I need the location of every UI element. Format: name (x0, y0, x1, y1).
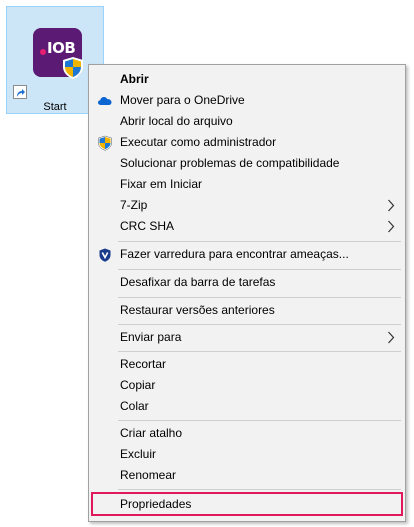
menu-separator (118, 420, 401, 421)
menu-separator (118, 351, 401, 352)
menu-item-desafixar-barra[interactable]: Desafixar da barra de tarefas (91, 272, 403, 293)
menu-item-label: CRC SHA (120, 219, 175, 233)
menu-item-label: Copiar (120, 378, 156, 392)
menu-item-excluir[interactable]: Excluir (91, 444, 403, 465)
menu-item-label: Recortar (120, 357, 167, 371)
menu-item-label: Fazer varredura para encontrar ameaças..… (120, 247, 349, 261)
chevron-right-icon (388, 331, 395, 344)
chevron-right-icon (388, 220, 395, 233)
menu-item-propriedades[interactable]: Propriedades (91, 492, 403, 516)
menu-item-criar-atalho[interactable]: Criar atalho (91, 423, 403, 444)
menu-item-executar-admin[interactable]: Executar como administrador (91, 132, 403, 153)
menu-item-label: Criar atalho (120, 426, 183, 440)
defender-shield-icon (99, 248, 111, 262)
app-logo-icon: IOB (33, 28, 83, 79)
menu-item-abrir-local[interactable]: Abrir local do arquivo (91, 111, 403, 132)
menu-item-label: Colar (120, 399, 149, 413)
menu-item-label: Executar como administrador (120, 135, 277, 149)
menu-item-label: Fixar em Iniciar (120, 177, 203, 191)
menu-item-7zip[interactable]: 7-Zip (91, 195, 403, 216)
menu-item-renomear[interactable]: Renomear (91, 465, 403, 486)
logo-dot (40, 49, 46, 55)
menu-separator (118, 489, 401, 490)
menu-item-label: Solucionar problemas de compatibilidade (120, 156, 340, 170)
menu-item-label: 7-Zip (120, 198, 148, 212)
menu-separator (118, 297, 401, 298)
menu-item-restaurar-versoes[interactable]: Restaurar versões anteriores (91, 300, 403, 321)
menu-item-varredura-ameacas[interactable]: Fazer varredura para encontrar ameaças..… (91, 244, 403, 265)
menu-item-label: Mover para o OneDrive (120, 93, 245, 107)
chevron-right-icon (388, 199, 395, 212)
menu-item-copiar[interactable]: Copiar (91, 375, 403, 396)
menu-item-label: Restaurar versões anteriores (120, 303, 275, 317)
menu-item-colar[interactable]: Colar (91, 396, 403, 417)
logo-brand-text: IOB (47, 39, 76, 57)
menu-item-label: Abrir (120, 72, 149, 86)
onedrive-cloud-icon (98, 97, 112, 105)
menu-item-enviar-para[interactable]: Enviar para (91, 327, 403, 348)
menu-item-label: Enviar para (120, 330, 182, 344)
context-menu: Abrir Mover para o OneDrive Abrir local … (88, 64, 406, 522)
menu-item-crc-sha[interactable]: CRC SHA (91, 216, 403, 237)
menu-item-mover-onedrive[interactable]: Mover para o OneDrive (91, 90, 403, 111)
shortcut-arrow-icon (13, 85, 27, 99)
menu-item-label: Abrir local do arquivo (120, 114, 233, 128)
menu-item-label: Renomear (120, 468, 177, 482)
menu-separator (118, 324, 401, 325)
menu-item-label: Excluir (120, 447, 157, 461)
menu-separator (118, 269, 401, 270)
menu-item-solucionar-compatibilidade[interactable]: Solucionar problemas de compatibilidade (91, 153, 403, 174)
menu-item-label: Propriedades (120, 497, 192, 511)
menu-separator (118, 241, 401, 242)
menu-item-label: Desafixar da barra de tarefas (120, 275, 276, 289)
desktop: IOB Start Abrir Mover para o OneDrive Ab… (0, 0, 414, 527)
menu-item-fixar-iniciar[interactable]: Fixar em Iniciar (91, 174, 403, 195)
menu-item-recortar[interactable]: Recortar (91, 354, 403, 375)
uac-shield-overlay-icon (63, 57, 83, 79)
uac-shield-icon (98, 135, 112, 151)
menu-item-abrir[interactable]: Abrir (91, 69, 403, 90)
